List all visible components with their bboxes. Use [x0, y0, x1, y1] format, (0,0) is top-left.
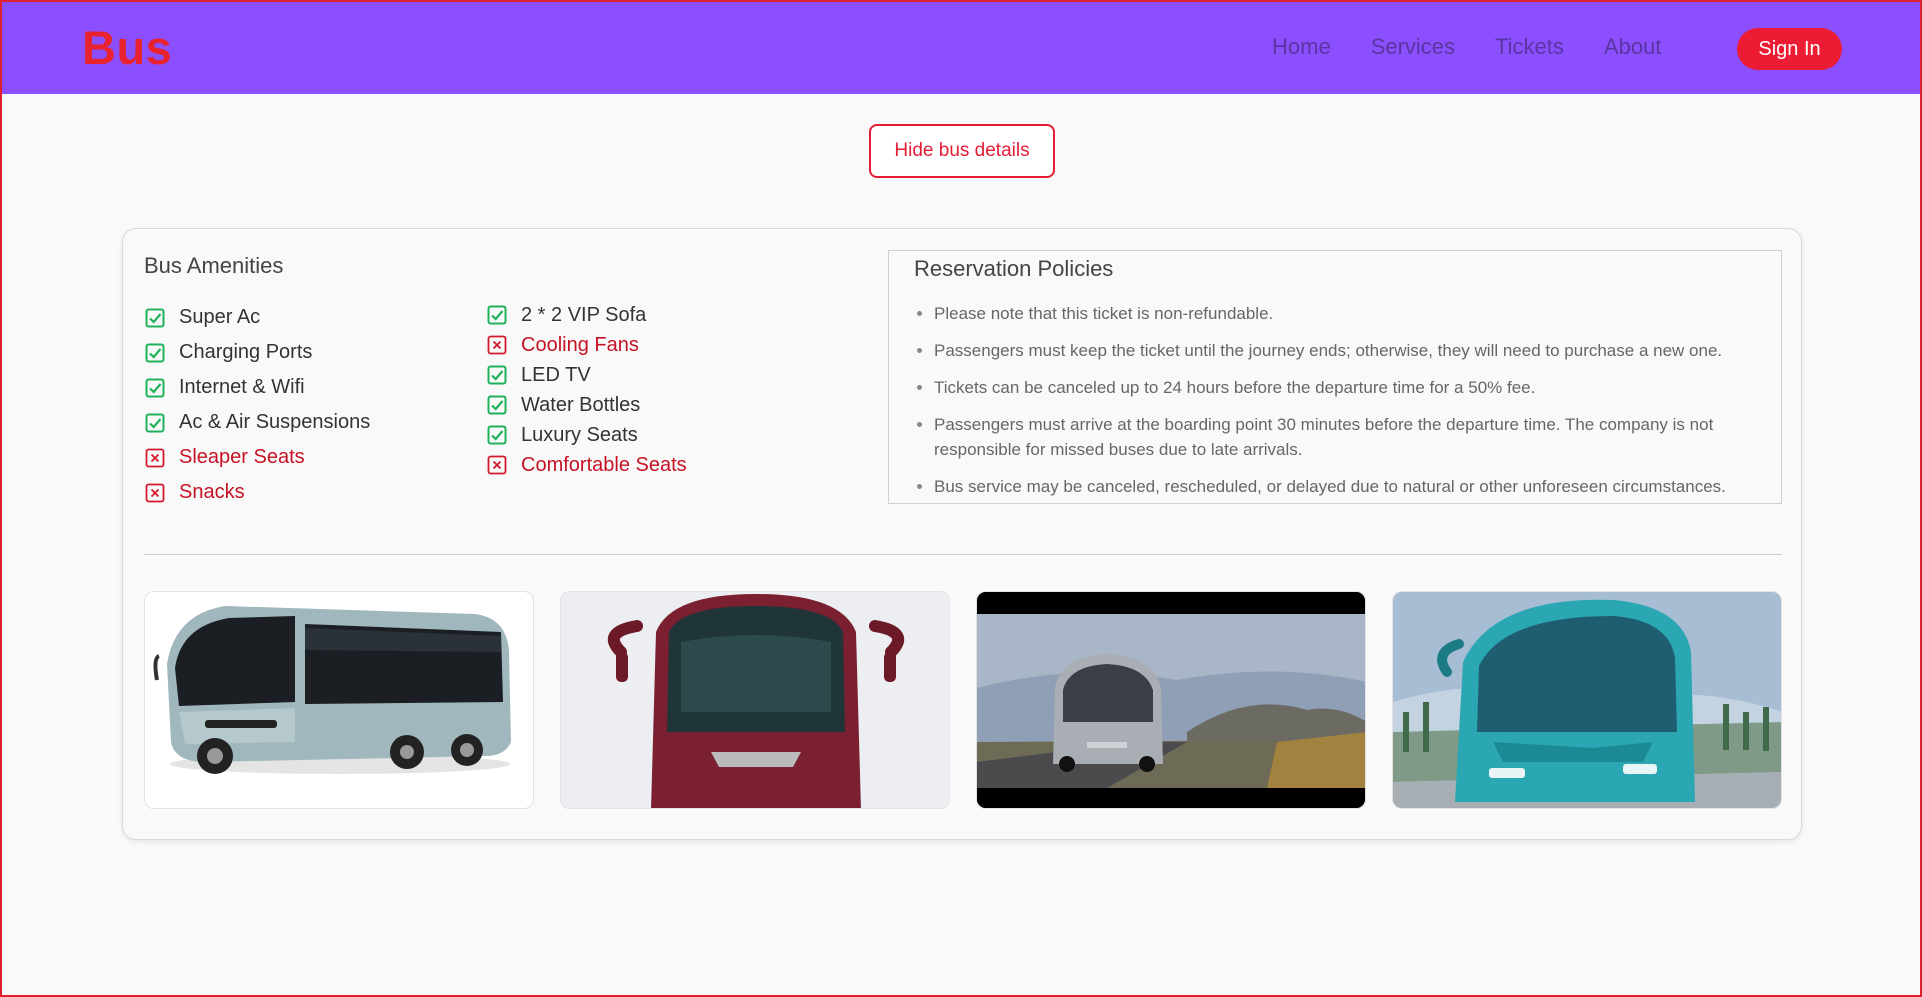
bus-details-card: Bus Amenities Super Ac Charging Ports Inte… — [122, 228, 1802, 840]
x-square-icon — [145, 483, 165, 503]
amenity-item: Super Ac — [145, 300, 370, 335]
check-square-icon — [487, 425, 507, 445]
navbar: Bus Home Services Tickets About Sign In — [0, 0, 1922, 94]
amenity-item: Ac & Air Suspensions — [145, 405, 370, 440]
amenity-label: Comfortable Seats — [521, 453, 687, 476]
policy-item: Tickets can be canceled up to 24 hours b… — [934, 375, 1764, 400]
bus-photo-teal[interactable] — [1392, 591, 1782, 809]
amenity-label: 2 * 2 VIP Sofa — [521, 303, 647, 326]
amenity-label: Internet & Wifi — [179, 376, 305, 398]
amenity-item: Cooling Fans — [487, 330, 687, 360]
nav-links: Home Services Tickets About — [1272, 34, 1701, 60]
amenity-label: Ac & Air Suspensions — [179, 411, 371, 433]
policies-list: Please note that this ticket is non-refu… — [934, 301, 1764, 511]
amenity-label: Cooling Fans — [521, 333, 639, 356]
check-square-icon — [145, 308, 165, 328]
amenity-item: Comfortable Seats — [487, 450, 687, 480]
reservation-policies: Reservation Policies Please note that th… — [888, 250, 1782, 504]
brand-logo[interactable]: Bus — [82, 20, 172, 75]
policy-item: Please note that this ticket is non-refu… — [934, 301, 1764, 326]
amenity-item: Luxury Seats — [487, 420, 687, 450]
check-square-icon — [487, 305, 507, 325]
amenities-column-2: 2 * 2 VIP Sofa Cooling Fans LED TV Water Bo… — [487, 300, 687, 480]
amenity-label: Luxury Seats — [521, 423, 638, 446]
policy-item: Passengers must keep the ticket until th… — [934, 338, 1764, 363]
amenity-label: Water Bottles — [521, 393, 641, 416]
check-square-icon — [487, 395, 507, 415]
nav-services[interactable]: Services — [1371, 34, 1455, 60]
amenity-label: Super Ac — [179, 306, 261, 328]
nav-home[interactable]: Home — [1272, 34, 1331, 60]
amenity-item: Snacks — [145, 475, 370, 510]
amenities-column-1: Super Ac Charging Ports Internet & Wifi Ac … — [145, 300, 370, 510]
amenity-label: Snacks — [179, 481, 245, 503]
policy-item: Passengers must arrive at the boarding p… — [934, 412, 1764, 462]
check-square-icon — [487, 365, 507, 385]
amenity-item: Sleaper Seats — [145, 440, 370, 475]
bus-photo-side[interactable] — [144, 591, 534, 809]
policy-item: Bus service may be canceled, rescheduled… — [934, 474, 1764, 499]
amenity-label: Sleaper Seats — [179, 446, 305, 468]
x-square-icon — [487, 335, 507, 355]
check-square-icon — [145, 343, 165, 363]
amenity-item: 2 * 2 VIP Sofa — [487, 300, 687, 330]
x-square-icon — [145, 448, 165, 468]
policies-title: Reservation Policies — [914, 256, 1114, 281]
nav-tickets[interactable]: Tickets — [1495, 34, 1564, 60]
sign-in-button[interactable]: Sign In — [1737, 28, 1842, 70]
nav-about[interactable]: About — [1604, 34, 1662, 60]
check-square-icon — [145, 413, 165, 433]
amenity-item: Water Bottles — [487, 390, 687, 420]
amenity-item: LED TV — [487, 360, 687, 390]
amenities-title: Bus Amenities — [144, 253, 284, 278]
amenity-item: Charging Ports — [145, 335, 370, 370]
check-square-icon — [145, 378, 165, 398]
hide-bus-details-button[interactable]: Hide bus details — [869, 124, 1055, 178]
amenity-item: Internet & Wifi — [145, 370, 370, 405]
amenity-label: LED TV — [521, 363, 591, 386]
divider — [144, 554, 1782, 555]
x-square-icon — [487, 455, 507, 475]
bus-photo-front-maroon[interactable] — [560, 591, 950, 809]
bus-photo-road[interactable] — [976, 591, 1366, 809]
amenity-label: Charging Ports — [179, 341, 313, 363]
